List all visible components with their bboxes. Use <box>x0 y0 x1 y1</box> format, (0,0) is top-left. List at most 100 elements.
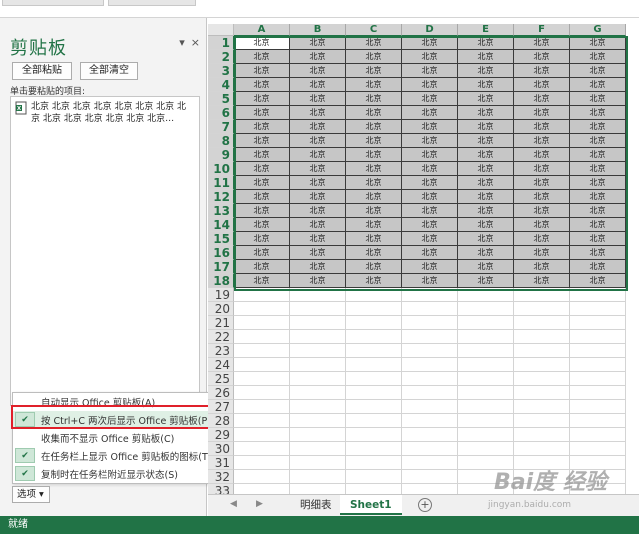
grid-cell[interactable]: 北京 <box>234 36 290 50</box>
grid-cell[interactable]: 北京 <box>514 148 570 162</box>
grid-cell[interactable] <box>402 330 458 344</box>
grid-cell[interactable] <box>458 358 514 372</box>
grid-cell[interactable] <box>570 386 626 400</box>
grid-cell[interactable]: 北京 <box>458 176 514 190</box>
grid-cell[interactable] <box>290 484 346 494</box>
grid-cell[interactable]: 北京 <box>402 218 458 232</box>
grid-cell[interactable]: 北京 <box>290 92 346 106</box>
grid-cell[interactable]: 北京 <box>570 50 626 64</box>
grid-cell[interactable]: 北京 <box>346 204 402 218</box>
row-header[interactable]: 14 <box>208 218 234 232</box>
options-menu-item[interactable]: 收集而不显示 Office 剪贴板(C) <box>13 429 221 446</box>
column-header[interactable]: G <box>570 24 626 36</box>
grid-cell[interactable] <box>290 372 346 386</box>
close-icon[interactable]: × <box>191 36 200 49</box>
row-header[interactable]: 26 <box>208 386 234 400</box>
grid-cell[interactable]: 北京 <box>346 92 402 106</box>
grid-cell[interactable] <box>346 330 402 344</box>
grid-cell[interactable]: 北京 <box>234 274 290 288</box>
grid-cell[interactable]: 北京 <box>346 50 402 64</box>
row-header[interactable]: 21 <box>208 316 234 330</box>
grid-cell[interactable]: 北京 <box>234 218 290 232</box>
grid-cell[interactable]: 北京 <box>234 232 290 246</box>
grid-cell[interactable] <box>234 302 290 316</box>
grid-cell[interactable] <box>458 442 514 456</box>
grid-cell[interactable] <box>402 316 458 330</box>
row-header[interactable]: 22 <box>208 330 234 344</box>
grid-cell[interactable]: 北京 <box>234 134 290 148</box>
grid-cell[interactable]: 北京 <box>570 246 626 260</box>
grid-cell[interactable]: 北京 <box>234 50 290 64</box>
grid-cell[interactable]: 北京 <box>458 134 514 148</box>
grid-cell[interactable] <box>290 428 346 442</box>
grid-cell[interactable]: 北京 <box>402 274 458 288</box>
grid-cell[interactable] <box>290 302 346 316</box>
grid-cell[interactable]: 北京 <box>570 232 626 246</box>
grid-cell[interactable] <box>514 414 570 428</box>
grid-cell[interactable] <box>458 400 514 414</box>
grid-cell[interactable]: 北京 <box>290 120 346 134</box>
grid-cell[interactable] <box>234 344 290 358</box>
grid-cell[interactable] <box>402 358 458 372</box>
grid-cell[interactable] <box>402 470 458 484</box>
grid-cell[interactable] <box>346 288 402 302</box>
grid-cell[interactable] <box>290 442 346 456</box>
grid-cell[interactable]: 北京 <box>458 36 514 50</box>
grid-cell[interactable]: 北京 <box>458 232 514 246</box>
grid-cell[interactable]: 北京 <box>570 120 626 134</box>
grid-cell[interactable]: 北京 <box>458 218 514 232</box>
row-header[interactable]: 6 <box>208 106 234 120</box>
grid-cell[interactable]: 北京 <box>458 64 514 78</box>
grid-cell[interactable]: 北京 <box>290 78 346 92</box>
grid-cell[interactable]: 北京 <box>346 232 402 246</box>
grid-cell[interactable] <box>514 442 570 456</box>
row-header[interactable]: 16 <box>208 246 234 260</box>
grid-cell[interactable]: 北京 <box>570 162 626 176</box>
options-menu-item[interactable]: ✔ 复制时在任务栏附近显示状态(S) <box>13 465 221 482</box>
grid-cell[interactable]: 北京 <box>514 260 570 274</box>
grid-cell[interactable] <box>514 316 570 330</box>
grid-cell[interactable]: 北京 <box>402 232 458 246</box>
grid-cell[interactable]: 北京 <box>570 78 626 92</box>
grid-cell[interactable]: 北京 <box>346 120 402 134</box>
grid-cell[interactable] <box>234 316 290 330</box>
row-header[interactable]: 4 <box>208 78 234 92</box>
grid-cell[interactable]: 北京 <box>290 36 346 50</box>
grid-cell[interactable]: 北京 <box>514 50 570 64</box>
grid-cell[interactable]: 北京 <box>514 106 570 120</box>
grid-cell[interactable]: 北京 <box>402 36 458 50</box>
grid-cell[interactable]: 北京 <box>346 176 402 190</box>
grid-cell[interactable]: 北京 <box>290 64 346 78</box>
column-header[interactable]: C <box>346 24 402 36</box>
grid-cell[interactable]: 北京 <box>346 134 402 148</box>
grid-cell[interactable] <box>402 288 458 302</box>
row-header[interactable]: 5 <box>208 92 234 106</box>
grid-cell[interactable]: 北京 <box>290 204 346 218</box>
row-header[interactable]: 29 <box>208 428 234 442</box>
grid-cell[interactable]: 北京 <box>514 218 570 232</box>
grid-cell[interactable]: 北京 <box>290 274 346 288</box>
grid-cell[interactable] <box>458 316 514 330</box>
grid-cell[interactable]: 北京 <box>570 204 626 218</box>
grid-cell[interactable]: 北京 <box>234 246 290 260</box>
grid-cell[interactable]: 北京 <box>514 274 570 288</box>
grid-cell[interactable] <box>290 400 346 414</box>
sheet-tab-mingxi[interactable]: 明细表 <box>290 495 342 515</box>
grid-cell[interactable] <box>514 344 570 358</box>
grid-cell[interactable] <box>570 400 626 414</box>
row-header[interactable]: 18 <box>208 274 234 288</box>
grid-cell[interactable]: 北京 <box>402 78 458 92</box>
row-header[interactable]: 10 <box>208 162 234 176</box>
grid-cell[interactable] <box>570 372 626 386</box>
grid-cell[interactable]: 北京 <box>458 246 514 260</box>
grid-cell[interactable] <box>234 484 290 494</box>
row-header[interactable]: 11 <box>208 176 234 190</box>
row-header[interactable]: 3 <box>208 64 234 78</box>
grid-cell[interactable]: 北京 <box>514 78 570 92</box>
grid-cell[interactable] <box>570 428 626 442</box>
grid-cell[interactable]: 北京 <box>402 134 458 148</box>
grid-cell[interactable]: 北京 <box>346 162 402 176</box>
grid-cell[interactable]: 北京 <box>570 134 626 148</box>
grid-cell[interactable] <box>234 372 290 386</box>
grid-cell[interactable]: 北京 <box>514 176 570 190</box>
